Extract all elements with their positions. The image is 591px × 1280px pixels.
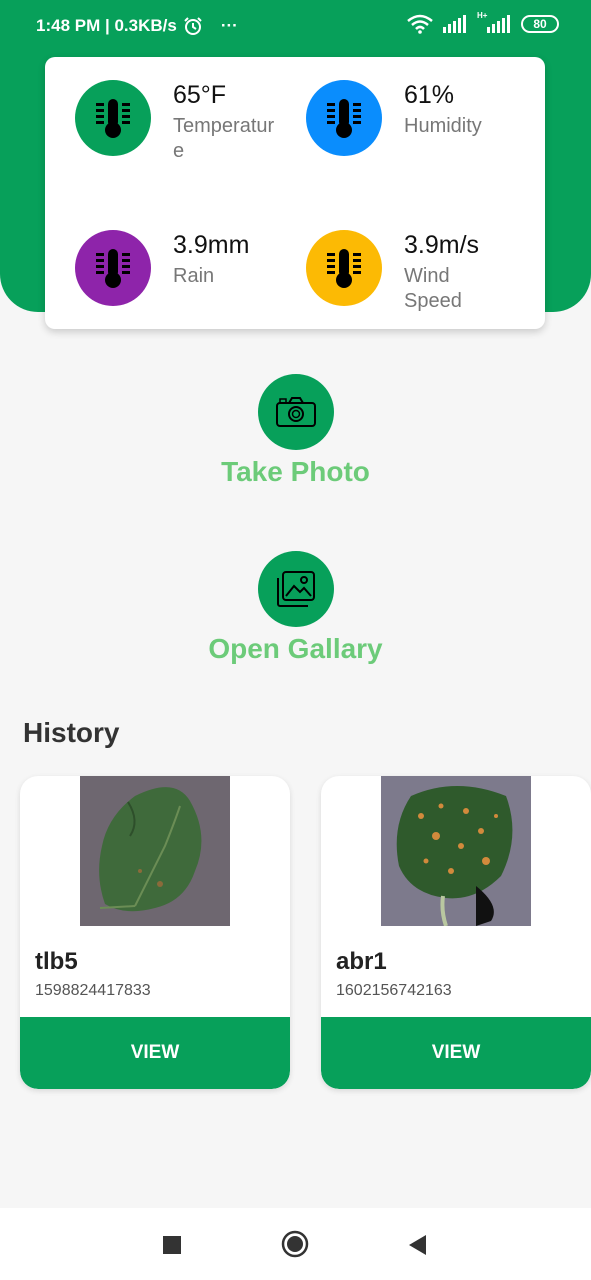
- camera-icon: [275, 397, 316, 427]
- weather-temperature: 65°F Temperature: [75, 80, 285, 164]
- take-photo-button[interactable]: [257, 374, 334, 450]
- weather-rain: 3.9mm Rain: [75, 230, 285, 306]
- view-button[interactable]: VIEW: [321, 1017, 591, 1089]
- take-photo-action[interactable]: Take Photo: [0, 374, 591, 488]
- thermometer-icon: [96, 99, 130, 138]
- view-button[interactable]: VIEW: [20, 1017, 290, 1089]
- history-card[interactable]: tlb5 1598824417833 VIEW: [20, 776, 290, 1089]
- alarm-icon: [184, 17, 202, 35]
- history-item-id: 1598824417833: [35, 982, 151, 999]
- wind-badge: [306, 230, 382, 306]
- weather-humidity: 61% Humidity: [306, 80, 516, 156]
- weather-card: 65°F Temperature 61% Humidity 3.9mm Rain…: [45, 57, 545, 329]
- navigation-bar: [0, 1208, 591, 1280]
- history-card[interactable]: abr1 1602156742163 VIEW: [321, 776, 591, 1089]
- history-item-name: tlb5: [35, 948, 78, 975]
- thermometer-icon: [327, 249, 361, 288]
- more-icon: ···: [220, 16, 238, 35]
- signal-icon: [443, 15, 466, 33]
- back-icon[interactable]: [407, 1234, 427, 1256]
- signal-h-plus-icon: H+: [477, 11, 511, 33]
- leaf-image: [381, 776, 531, 926]
- open-gallery-action[interactable]: Open Gallary: [0, 551, 591, 665]
- rain-value: 3.9mm: [173, 231, 250, 259]
- status-time: 1:48 PM | 0.3KB/s: [36, 16, 177, 35]
- battery-indicator: 80: [521, 15, 559, 33]
- history-item-name: abr1: [336, 948, 387, 975]
- history-title: History: [23, 717, 120, 748]
- wind-label: Wind Speed: [404, 265, 462, 312]
- open-gallery-label[interactable]: Open Gallary: [0, 633, 591, 665]
- thermometer-icon: [327, 99, 361, 138]
- open-gallery-button[interactable]: [257, 551, 334, 627]
- humidity-label: Humidity: [404, 115, 482, 137]
- wind-value: 3.9m/s: [404, 231, 480, 259]
- take-photo-label[interactable]: Take Photo: [0, 456, 591, 488]
- temperature-label: Temperature: [173, 115, 275, 162]
- weather-wind: 3.9m/s Wind Speed: [306, 230, 494, 314]
- humidity-value: 61%: [404, 81, 455, 109]
- recents-icon[interactable]: [163, 1236, 181, 1254]
- temperature-badge: [75, 80, 151, 156]
- wifi-icon: [407, 14, 433, 34]
- thermometer-icon: [96, 249, 130, 288]
- gallery-icon: [276, 571, 315, 607]
- history-item-id: 1602156742163: [336, 982, 452, 999]
- temperature-value: 65°F: [173, 81, 227, 109]
- home-icon[interactable]: [281, 1230, 309, 1258]
- rain-badge: [75, 230, 151, 306]
- leaf-image: [80, 776, 230, 926]
- humidity-badge: [306, 80, 382, 156]
- status-bar: 1:48 PM | 0.3KB/s ··· H+ 80: [0, 0, 591, 52]
- rain-label: Rain: [173, 265, 215, 287]
